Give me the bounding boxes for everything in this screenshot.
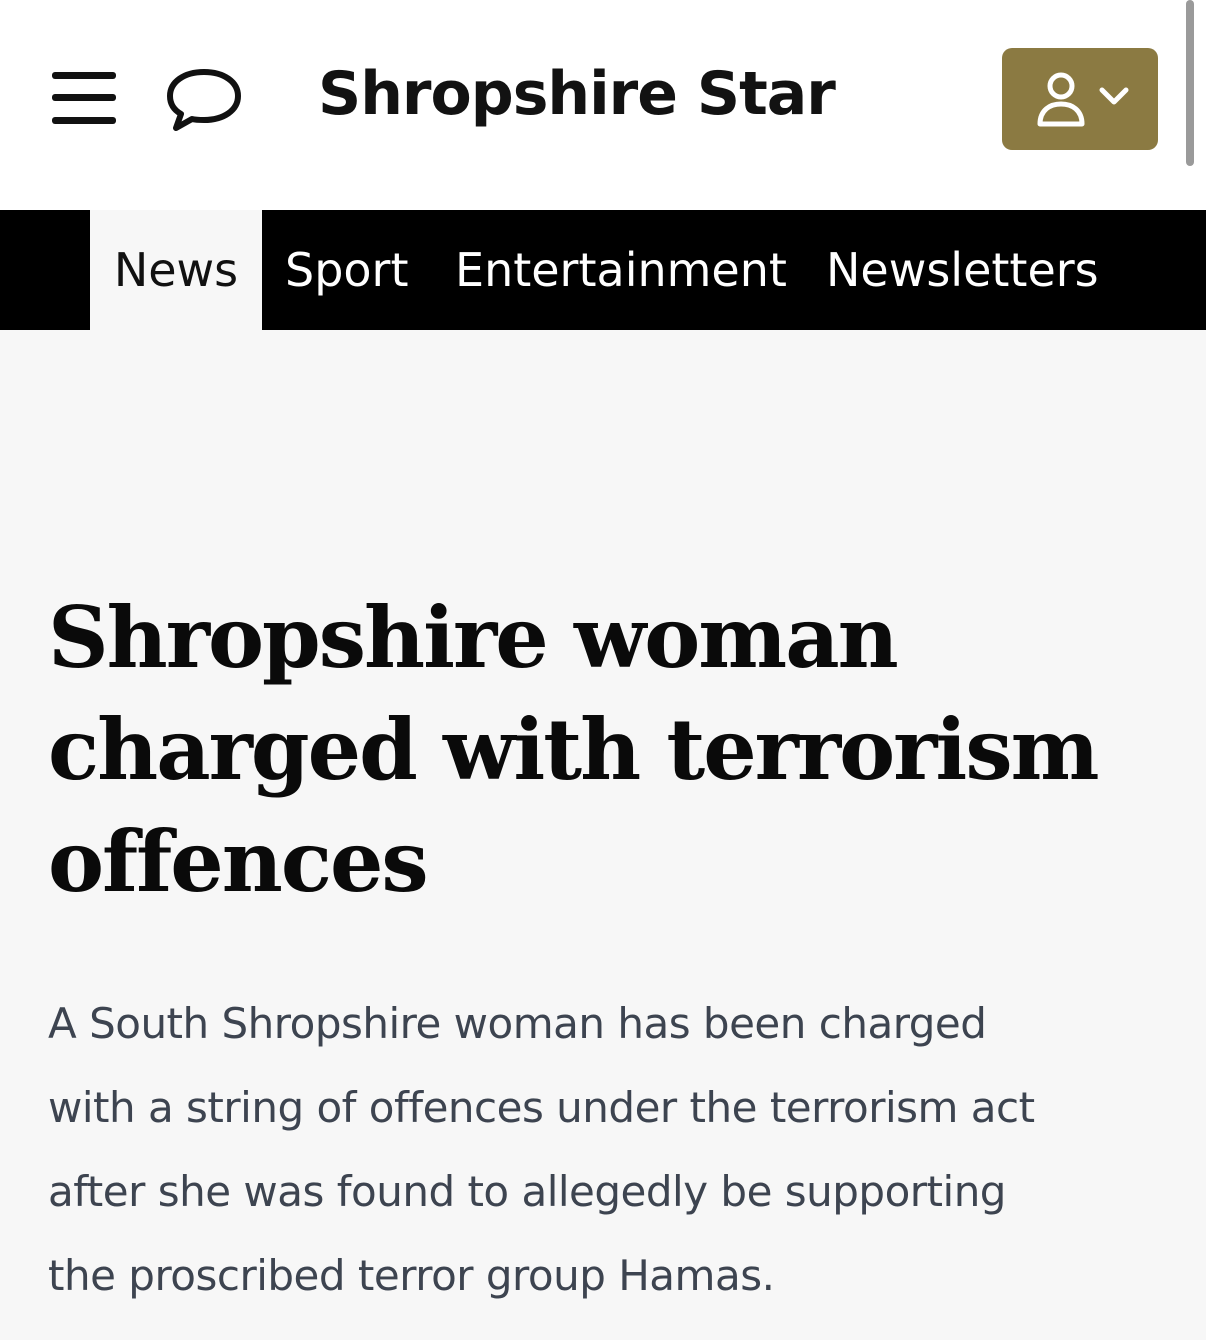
- nav-item-news[interactable]: News: [90, 210, 262, 330]
- scrollbar[interactable]: [1186, 0, 1194, 166]
- nav-item-entertainment[interactable]: Entertainment: [455, 210, 787, 330]
- site-header: Shropshire Star: [0, 0, 1206, 210]
- hamburger-menu-icon[interactable]: [52, 70, 116, 126]
- standfirst-line: A South Shropshire woman has been charge…: [48, 999, 987, 1048]
- nav-item-newsletters[interactable]: Newsletters: [826, 210, 1099, 330]
- nav-item-sport[interactable]: Sport: [285, 210, 409, 330]
- section-nav: News Sport Entertainment Newsletters: [0, 210, 1206, 330]
- article-standfirst: A South Shropshire woman has been charge…: [48, 982, 1158, 1318]
- headline-line: Shropshire woman: [48, 588, 899, 687]
- speech-bubble-icon[interactable]: [164, 66, 244, 132]
- chevron-down-icon: [1099, 87, 1129, 105]
- headline-line: charged with terrorism: [48, 700, 1100, 799]
- standfirst-line: with a string of offences under the terr…: [48, 1083, 1035, 1132]
- page: Shropshire Star News Sport Entertainment…: [0, 0, 1206, 1340]
- standfirst-line: after she was found to allegedly be supp…: [48, 1167, 1006, 1216]
- standfirst-line: the proscribed terror group Hamas.: [48, 1251, 775, 1300]
- account-button[interactable]: [1002, 48, 1158, 150]
- article-headline: Shropshire woman charged with terrorism …: [48, 582, 1148, 918]
- headline-line: offences: [48, 812, 429, 911]
- user-icon: [1037, 72, 1085, 127]
- site-logo[interactable]: Shropshire Star: [318, 52, 836, 136]
